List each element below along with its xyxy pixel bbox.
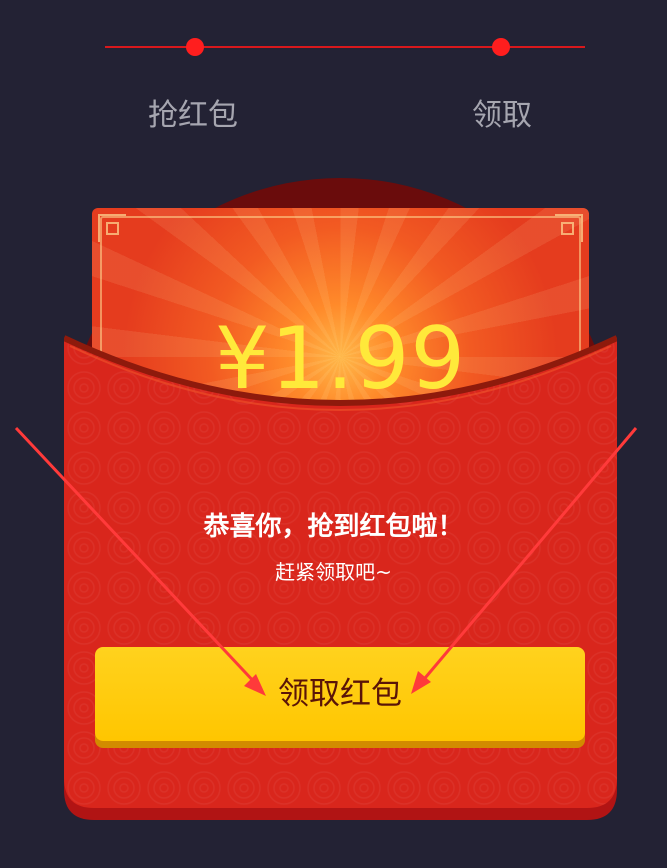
step-dot-grab [186, 38, 204, 56]
corner-ornament-icon [98, 214, 126, 242]
corner-ornament-icon [555, 214, 583, 242]
step-label-claim: 领取 [472, 98, 532, 133]
congrats-title: 恭喜你，抢到红包啦！ [203, 512, 464, 542]
claim-red-packet-button[interactable]: 领取红包 [95, 647, 585, 741]
progress-line [105, 46, 585, 48]
step-label-grab: 抢红包 [148, 98, 238, 133]
progress-steps: 抢红包 领取 [0, 0, 667, 140]
step-dot-claim [492, 38, 510, 56]
congrats-subtitle: 赶紧领取吧~ [275, 560, 392, 584]
